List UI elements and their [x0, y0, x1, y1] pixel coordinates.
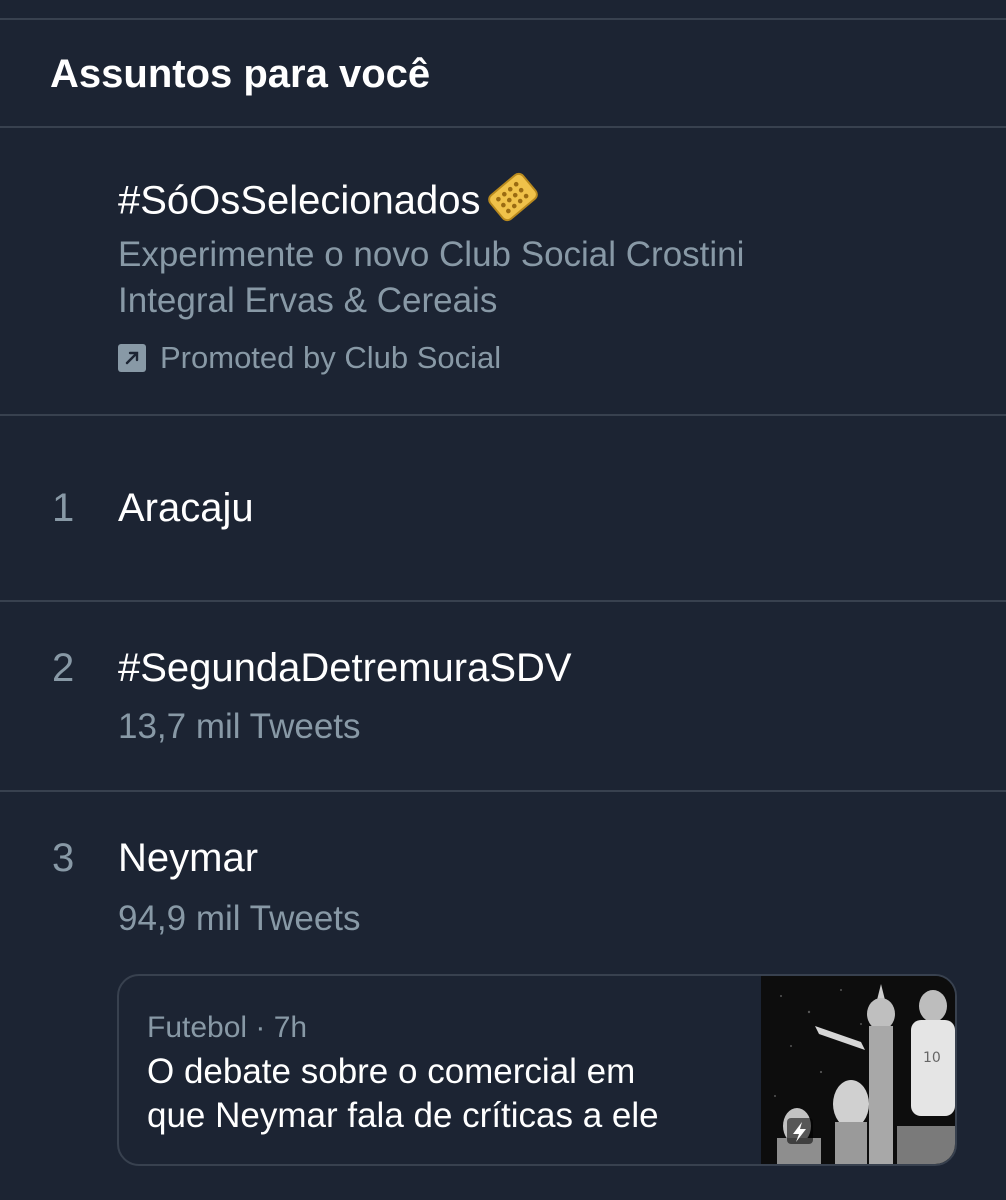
- promoted-description-line1: Experimente o novo Club Social Crostini: [118, 235, 745, 274]
- trend-item[interactable]: 3 Neymar 94,9 mil Tweets Futebol · 7h O …: [0, 792, 1006, 1200]
- promoted-badge: Promoted by Club Social: [118, 342, 501, 374]
- trend-tweet-count: 13,7 mil Tweets: [118, 707, 361, 746]
- promoted-trend-hashtag-line: #SóOsSelecionados: [118, 172, 542, 232]
- trend-rank: 3: [52, 836, 75, 880]
- trend-rank: 1: [52, 486, 75, 530]
- lightning-icon: [787, 1118, 813, 1144]
- trend-name: Aracaju: [118, 486, 254, 530]
- trend-name: #SegundaDetremuraSDV: [118, 646, 572, 690]
- trend-item[interactable]: 1 Aracaju: [0, 416, 1006, 602]
- section-header: Assuntos para você: [0, 20, 1006, 128]
- promoted-by-label: Promoted by Club Social: [160, 340, 502, 375]
- promoted-trend[interactable]: #SóOsSelecionados Experimente o novo Clu…: [0, 128, 1006, 416]
- promoted-hashtag: #SóOsSelecionados: [118, 178, 481, 223]
- cracker-emoji-icon: [488, 172, 539, 222]
- news-thumbnail: 10: [761, 976, 955, 1164]
- thumb-jersey-number: 10: [923, 1050, 941, 1066]
- news-headline-line1: O debate sobre o comercial em: [147, 1052, 636, 1091]
- promoted-arrow-icon: [118, 344, 146, 372]
- section-title: Assuntos para você: [50, 52, 431, 96]
- news-meta: Futebol · 7h: [147, 1011, 308, 1044]
- trend-item[interactable]: 2 #SegundaDetremuraSDV 13,7 mil Tweets: [0, 602, 1006, 792]
- trend-tweet-count: 94,9 mil Tweets: [118, 899, 361, 938]
- news-thumbnail-image: 10: [761, 976, 955, 1164]
- promoted-description-line2: Integral Ervas & Cereais: [118, 281, 498, 320]
- news-headline-line2: que Neymar fala de críticas a ele: [147, 1096, 659, 1135]
- top-strip: [0, 0, 1006, 20]
- news-headline: O debate sobre o comercial em que Neymar…: [147, 1050, 747, 1138]
- trend-name: Neymar: [118, 836, 259, 880]
- news-card[interactable]: Futebol · 7h O debate sobre o comercial …: [117, 974, 957, 1166]
- trend-rank: 2: [52, 646, 75, 690]
